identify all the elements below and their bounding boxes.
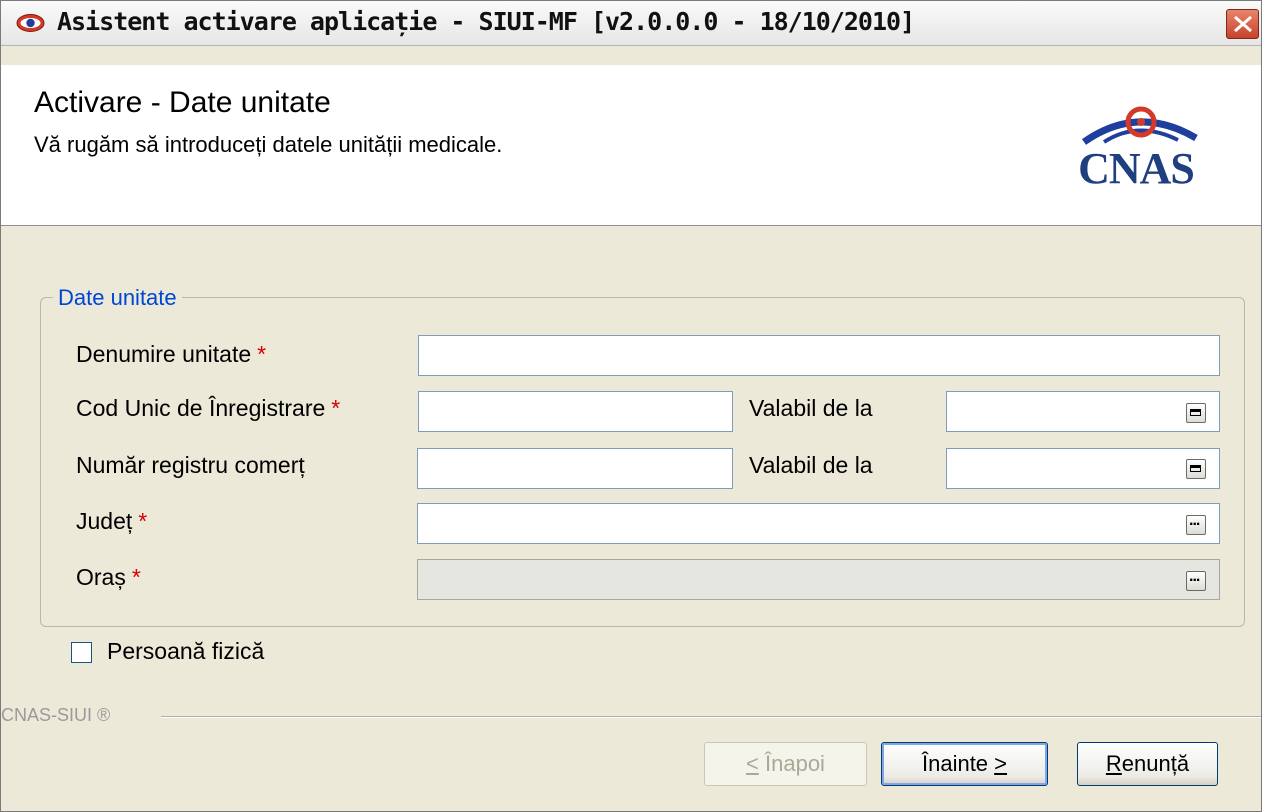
calendar-button-1[interactable] xyxy=(1186,403,1206,423)
back-button[interactable]: < Înapoi xyxy=(704,742,867,786)
oras-label: Oraș * xyxy=(76,564,141,591)
cui-input[interactable] xyxy=(418,391,733,432)
oras-input[interactable] xyxy=(417,559,1220,600)
ellipsis-icon: ... xyxy=(1189,568,1200,585)
next-button[interactable]: Înainte > xyxy=(881,742,1048,786)
next-mnemonic: > xyxy=(994,751,1008,776)
required-marker: * xyxy=(331,395,341,421)
valabil-date-input-2[interactable] xyxy=(946,448,1220,489)
svg-text:CNAS: CNAS xyxy=(1078,144,1194,188)
judet-label-text: Județ xyxy=(76,508,133,534)
page-title: Activare - Date unitate xyxy=(34,86,331,119)
title-bar[interactable]: Asistent activare aplicație - SIUI-MF [v… xyxy=(1,1,1261,46)
close-button[interactable] xyxy=(1226,9,1259,39)
denumire-label: Denumire unitate * xyxy=(76,341,266,368)
valabil-label-1: Valabil de la xyxy=(749,395,873,421)
window-title: Asistent activare aplicație - SIUI-MF [v… xyxy=(57,7,915,36)
judet-label: Județ * xyxy=(76,508,147,535)
oras-browse-button[interactable]: ... xyxy=(1186,568,1206,591)
cancel-label: enunță xyxy=(1121,751,1190,776)
cnas-logo: CNAS xyxy=(1078,106,1198,188)
required-marker: * xyxy=(131,564,141,590)
persoana-fizica-checkbox[interactable] xyxy=(71,642,92,663)
page-subtitle: Vă rugăm să introduceți datele unității … xyxy=(34,132,503,157)
denumire-label-text: Denumire unitate xyxy=(76,341,252,367)
footer-brand: CNAS-SIUI ® xyxy=(1,705,121,726)
ellipsis-icon: ... xyxy=(1189,512,1200,529)
nr-reg-label: Număr registru comerț xyxy=(76,452,305,478)
wizard-header: Activare - Date unitate Vă rugăm să intr… xyxy=(1,65,1261,226)
required-marker: * xyxy=(257,341,267,367)
app-eye-icon xyxy=(16,14,45,32)
judet-browse-button[interactable]: ... xyxy=(1186,512,1206,535)
back-mnemonic: < xyxy=(746,751,759,776)
nr-registru-input[interactable] xyxy=(417,448,733,489)
next-label: Înainte xyxy=(921,751,995,776)
oras-label-text: Oraș xyxy=(76,564,126,590)
close-icon xyxy=(1234,15,1252,33)
judet-input[interactable] xyxy=(417,503,1220,544)
activation-wizard-window: Asistent activare aplicație - SIUI-MF [v… xyxy=(0,0,1262,812)
persoana-fizica-label[interactable]: Persoană fizică xyxy=(107,638,264,665)
calendar-icon xyxy=(1190,465,1201,472)
calendar-icon xyxy=(1190,409,1201,416)
cui-label: Cod Unic de Înregistrare * xyxy=(76,395,340,422)
footer-divider xyxy=(161,716,1261,718)
required-marker: * xyxy=(138,508,148,534)
valabil-date-input-1[interactable] xyxy=(946,391,1220,432)
cui-label-text: Cod Unic de Înregistrare xyxy=(76,395,326,421)
group-legend: Date unitate xyxy=(53,285,182,311)
calendar-button-2[interactable] xyxy=(1186,459,1206,479)
cancel-mnemonic: R xyxy=(1105,751,1122,776)
cancel-button[interactable]: Renunță xyxy=(1077,742,1218,786)
valabil-label-2: Valabil de la xyxy=(749,452,873,478)
back-label: Înapoi xyxy=(758,751,825,776)
denumire-unitate-input[interactable] xyxy=(418,335,1220,376)
